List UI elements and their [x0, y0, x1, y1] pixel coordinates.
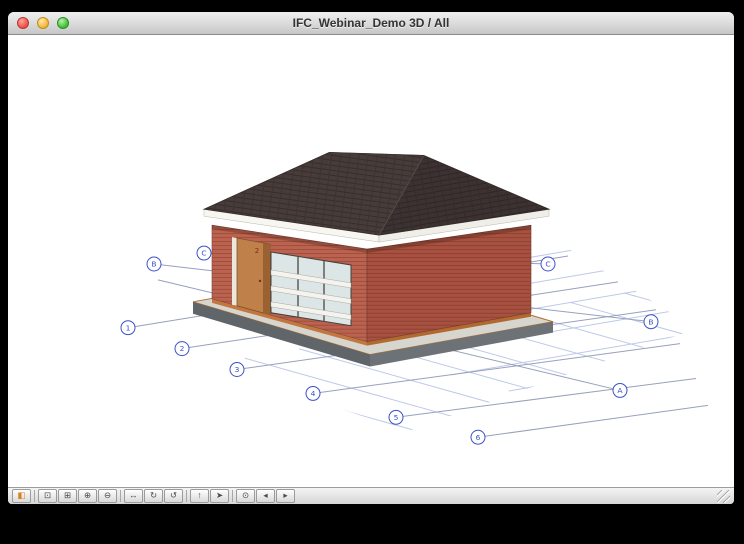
fit-in-window-tool[interactable]: ⊡	[38, 489, 57, 503]
grid-bubble-label: 6	[476, 433, 481, 442]
close-button[interactable]	[17, 17, 29, 29]
grid-bubble: C	[540, 256, 556, 272]
grid-bubble-label: B	[648, 317, 653, 326]
grid-bubble-label: C	[545, 260, 550, 269]
grid-line	[108, 394, 529, 432]
grid-bubble-label: 3	[235, 365, 240, 374]
door-jamb	[232, 237, 237, 306]
grid-bubble-label: C	[201, 249, 206, 258]
zoom-out-tool[interactable]: ⊖	[98, 489, 117, 503]
grid-bubble: 1	[120, 320, 136, 336]
grid-bubble: A	[612, 382, 628, 398]
grid-bubble-label: 2	[180, 344, 185, 353]
toolbar-separator	[120, 490, 121, 502]
grid-bubble-label: 4	[311, 389, 316, 398]
app-window: IFC_Webinar_Demo 3D / All 1 2 3 4 5 6 A …	[8, 12, 734, 504]
grid-bubble: 4	[305, 385, 321, 401]
grid-axis-line	[484, 404, 709, 437]
grid-bubble: 3	[229, 362, 245, 377]
orbit-tool[interactable]: ↺	[164, 489, 183, 503]
rotate-view-tool[interactable]: ↻	[144, 489, 163, 503]
walk-tool[interactable]: ↑	[190, 489, 209, 503]
next-view-tool[interactable]: ▸	[276, 489, 295, 503]
grid-line	[624, 292, 696, 432]
minimize-button[interactable]	[37, 17, 49, 29]
grid-bubble-label: B	[151, 260, 156, 269]
door-handle	[258, 279, 262, 283]
select-arrow-tool[interactable]: ➤	[210, 489, 229, 503]
grid-line	[136, 376, 637, 432]
bottom-toolbar: ◧ ⊡ ⊞ ⊕ ⊖ ↔ ↻ ↺ ↑ ➤ ⊙ ◂ ▸	[8, 487, 734, 504]
grid-line	[623, 306, 696, 424]
zoom-in-tool[interactable]: ⊕	[78, 489, 97, 503]
grid-line	[733, 274, 734, 414]
door-edge-shade	[263, 243, 270, 315]
grid-bubble-label: A	[617, 386, 623, 395]
previous-view-tool[interactable]: ◂	[256, 489, 275, 503]
traffic-lights	[17, 17, 69, 29]
grid-line	[681, 322, 696, 432]
grid-bubble: C	[196, 245, 212, 261]
pan-tool[interactable]: ↔	[124, 489, 143, 503]
grid-bubble: 2	[174, 341, 190, 357]
grid-bubble: 5	[388, 409, 404, 425]
grid-bubble-label: 5	[394, 413, 399, 422]
grid-bubble: B	[146, 256, 162, 272]
grid-axis-line	[402, 377, 697, 417]
view-mode-tool[interactable]: ◧	[12, 489, 31, 503]
resize-grip[interactable]	[717, 489, 730, 503]
house-model[interactable]: 2	[192, 151, 554, 367]
grid-line	[108, 404, 474, 432]
grid-bubble-label: 1	[126, 323, 131, 332]
grid-bubble: B	[643, 314, 659, 330]
toolbar-separator	[232, 490, 233, 502]
zoom-window-tool[interactable]: ⊞	[58, 489, 77, 503]
toolbar-separator	[34, 490, 35, 502]
grid-line	[108, 385, 583, 432]
window-title: IFC_Webinar_Demo 3D / All	[292, 16, 450, 30]
door-zone-label: 2	[255, 247, 259, 255]
zoom-button[interactable]	[57, 17, 69, 29]
look-to-tool[interactable]: ⊙	[236, 489, 255, 503]
toolbar-separator	[186, 490, 187, 502]
grid-line	[298, 348, 696, 432]
titlebar[interactable]: IFC_Webinar_Demo 3D / All	[8, 12, 734, 35]
grid-bubble: 6	[470, 429, 486, 445]
grid-line	[678, 283, 696, 425]
3d-viewport[interactable]: 1 2 3 4 5 6 A B B C C 2	[8, 35, 734, 487]
3d-scene[interactable]: 1 2 3 4 5 6 A B B C C 2	[8, 35, 734, 487]
